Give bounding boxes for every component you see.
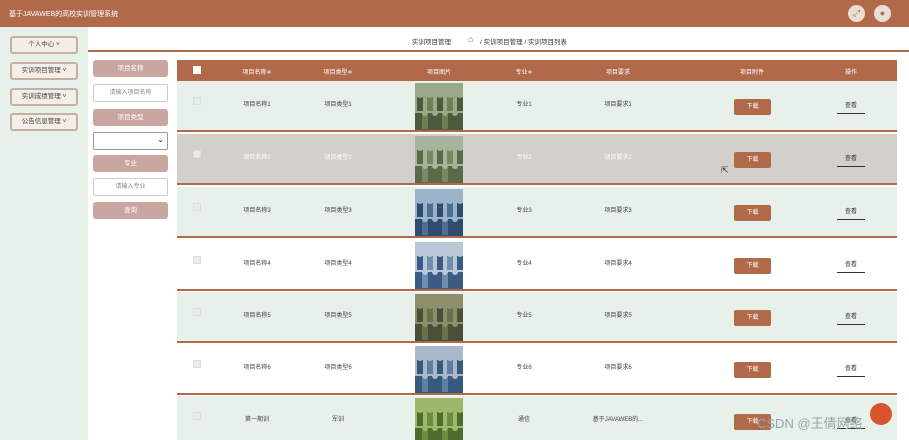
major-cell: 专业3 xyxy=(516,208,532,214)
col-header-attachment: 项目附件 xyxy=(739,70,765,76)
home-icon[interactable]: ⌂ xyxy=(468,34,473,44)
col-header-name[interactable]: 项目名称≑ xyxy=(242,67,271,76)
project-image[interactable] xyxy=(415,398,463,440)
sidebar-item-project-management[interactable]: 实训项目管理 ˅ xyxy=(10,62,78,80)
major-cell: 专业4 xyxy=(516,261,532,267)
type-select[interactable]: ⌄ xyxy=(93,132,168,150)
sidebar: 个人中心 ˅ 实训项目管理 ˅ 实训成绩管理 ˅ 公告信息管理 ˅ xyxy=(0,27,88,440)
download-button[interactable]: 下载 xyxy=(734,258,771,274)
project-name-cell: 项目名称2 xyxy=(243,155,271,161)
user-icon[interactable]: ● xyxy=(874,5,891,22)
view-button[interactable]: 查看 xyxy=(837,363,865,377)
project-type-cell: 项目类型1 xyxy=(324,102,352,108)
major-cell: 专业1 xyxy=(516,102,532,108)
watermark: CSDN @王倩网络 xyxy=(757,416,863,431)
row-checkbox[interactable] xyxy=(193,97,201,105)
col-header-image: 项目图片 xyxy=(426,70,452,76)
project-image[interactable] xyxy=(415,83,463,130)
project-name-cell: 项目名称6 xyxy=(243,365,271,371)
expand-icon[interactable]: ⤢ xyxy=(848,5,865,22)
view-button[interactable]: 查看 xyxy=(837,311,865,325)
breadcrumb-path[interactable]: / 实训项目管理 / 实训项目列表 xyxy=(480,36,567,46)
requirement-cell: 项目要求3 xyxy=(604,208,632,214)
row-checkbox[interactable] xyxy=(193,308,201,316)
requirement-cell: 项目要求1 xyxy=(604,102,632,108)
view-button[interactable]: 查看 xyxy=(837,153,865,167)
table-row[interactable]: 项目名称4 项目类型4 专业4 项目要求4 下载 查看 xyxy=(177,240,897,291)
row-checkbox[interactable] xyxy=(193,150,201,158)
row-checkbox[interactable] xyxy=(193,360,201,368)
col-header-actions: 操作 xyxy=(844,70,858,76)
table-row[interactable]: 项目名称5 项目类型5 专业5 项目要求5 下载 查看 xyxy=(177,292,897,343)
major-cell: 通信 xyxy=(517,417,531,423)
mouse-cursor-icon: ⇱ xyxy=(721,165,729,175)
requirement-cell: 项目要求6 xyxy=(604,365,632,371)
table-row[interactable]: 项目名称2 项目类型2 专业2 项目要求2 下载 查看 xyxy=(177,134,897,185)
select-all-checkbox[interactable] xyxy=(193,66,201,74)
app-title: 基于JAVAWEB的高校实训管理系统 xyxy=(9,11,119,18)
project-name-cell: 项目名称3 xyxy=(243,208,271,214)
download-button[interactable]: 下载 xyxy=(734,362,771,378)
requirement-cell: 项目要求2 xyxy=(604,155,632,161)
type-filter-label: 项目类型 xyxy=(93,109,168,126)
project-image[interactable] xyxy=(415,294,463,341)
table-header: 项目名称≑ 项目类型≑ 项目图片 专业≑ 项目要求 项目附件 操作 xyxy=(177,60,897,81)
table-row[interactable]: 项目名称1 项目类型1 专业1 项目要求1 下载 查看 xyxy=(177,81,897,132)
project-image[interactable] xyxy=(415,242,463,289)
col-header-major[interactable]: 专业≑ xyxy=(515,67,532,76)
row-checkbox[interactable] xyxy=(193,412,201,420)
page-title: 实训项目管理 xyxy=(412,39,451,46)
table-row[interactable]: 项目名称6 项目类型6 专业6 项目要求6 下载 查看 xyxy=(177,344,897,395)
project-name-cell: 项目名称5 xyxy=(243,313,271,319)
major-cell: 专业5 xyxy=(516,313,532,319)
chevron-down-icon: ⌄ xyxy=(157,135,164,144)
download-button[interactable]: 下载 xyxy=(734,152,771,168)
project-type-cell: 项目类型5 xyxy=(324,313,352,319)
sidebar-item-personal-center[interactable]: 个人中心 ˅ xyxy=(10,36,78,54)
project-type-cell: 军训 xyxy=(331,417,345,423)
project-type-cell: 项目类型2 xyxy=(324,155,352,161)
row-checkbox[interactable] xyxy=(193,203,201,211)
view-button[interactable]: 查看 xyxy=(837,100,865,114)
sidebar-item-notice-management[interactable]: 公告信息管理 ˅ xyxy=(10,113,78,131)
download-button[interactable]: 下载 xyxy=(734,205,771,221)
project-table: 项目名称≑ 项目类型≑ 项目图片 专业≑ 项目要求 项目附件 操作 项目名称1 … xyxy=(177,60,897,440)
major-cell: 专业2 xyxy=(516,155,532,161)
requirement-cell: 基于JAVAWEB的... xyxy=(592,417,644,423)
download-button[interactable]: 下载 xyxy=(734,99,771,115)
name-search-input[interactable]: 请输入项目名称 xyxy=(93,84,168,102)
name-filter-label: 项目名称 xyxy=(93,60,168,77)
row-checkbox[interactable] xyxy=(193,256,201,264)
download-button[interactable]: 下载 xyxy=(734,310,771,326)
col-header-requirement: 项目要求 xyxy=(605,70,631,76)
table-row[interactable]: 项目名称3 项目类型3 专业3 项目要求3 下载 查看 xyxy=(177,187,897,238)
project-name-cell: 第一期训 xyxy=(244,417,270,423)
project-type-cell: 项目类型6 xyxy=(324,365,352,371)
project-name-cell: 项目名称1 xyxy=(243,102,271,108)
major-cell: 专业6 xyxy=(516,365,532,371)
filter-panel: 项目名称 请输入项目名称 项目类型 ⌄ 专业 请输入专业 查询 xyxy=(88,52,177,440)
requirement-cell: 项目要求4 xyxy=(604,261,632,267)
view-button[interactable]: 查看 xyxy=(837,259,865,273)
col-header-type[interactable]: 项目类型≑ xyxy=(323,67,352,76)
project-image[interactable] xyxy=(415,136,463,183)
sidebar-item-score-management[interactable]: 实训成绩管理 ˅ xyxy=(10,88,78,106)
project-type-cell: 项目类型3 xyxy=(324,208,352,214)
search-button[interactable]: 查询 xyxy=(93,202,168,219)
project-image[interactable] xyxy=(415,189,463,236)
floating-action-button[interactable] xyxy=(870,403,892,425)
project-image[interactable] xyxy=(415,346,463,393)
breadcrumb: 实训项目管理 ⌂ / 实训项目管理 / 实训项目列表 xyxy=(88,27,909,52)
project-name-cell: 项目名称4 xyxy=(243,261,271,267)
top-bar: 基于JAVAWEB的高校实训管理系统 ⤢ ● xyxy=(0,0,909,27)
major-search-input[interactable]: 请输入专业 xyxy=(93,178,168,196)
requirement-cell: 项目要求5 xyxy=(604,313,632,319)
project-type-cell: 项目类型4 xyxy=(324,261,352,267)
major-filter-label: 专业 xyxy=(93,155,168,172)
view-button[interactable]: 查看 xyxy=(837,206,865,220)
